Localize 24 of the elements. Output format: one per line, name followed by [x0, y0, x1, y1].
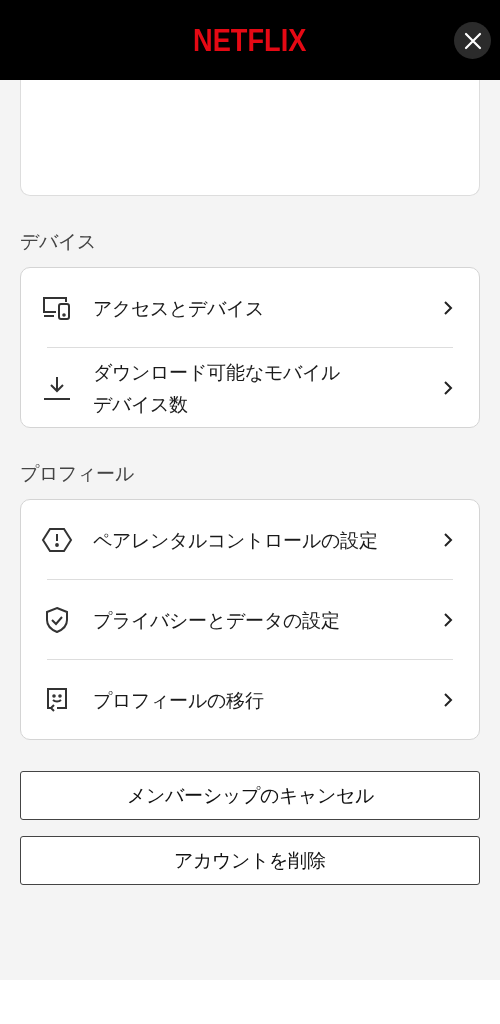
chevron-right-icon	[443, 611, 453, 628]
item-label: ペアレンタルコントロールの設定	[93, 527, 379, 553]
chevron-right-icon	[443, 379, 453, 396]
close-icon	[463, 31, 482, 50]
logo: NETFLIX	[193, 21, 307, 59]
chevron-right-icon	[443, 691, 453, 708]
item-label: ダウンロード可能なモバイルデバイス数	[93, 359, 341, 417]
close-button[interactable]	[454, 22, 491, 59]
item-label: プロフィールの移行	[93, 687, 265, 713]
settings-item[interactable]: アクセスとデバイス	[41, 268, 453, 347]
chevron-right-icon	[443, 531, 453, 548]
devices-icon	[41, 294, 73, 321]
settings-item[interactable]: ペアレンタルコントロールの設定	[41, 500, 453, 579]
alert-hexagon-icon	[41, 526, 73, 553]
settings-item[interactable]: プライバシーとデータの設定	[41, 580, 453, 659]
chevron-right-icon	[443, 299, 453, 316]
item-label: プライバシーとデータの設定	[93, 607, 341, 633]
item-label: アクセスとデバイス	[93, 295, 265, 321]
section-title: デバイス	[20, 229, 97, 254]
action-button[interactable]: メンバーシップのキャンセル	[20, 771, 480, 820]
action-button[interactable]: アカウントを削除	[20, 836, 480, 885]
settings-item[interactable]: ダウンロード可能なモバイルデバイス数	[41, 348, 453, 427]
section-title: プロフィール	[20, 461, 135, 486]
settings-item[interactable]: プロフィールの移行	[41, 660, 453, 739]
